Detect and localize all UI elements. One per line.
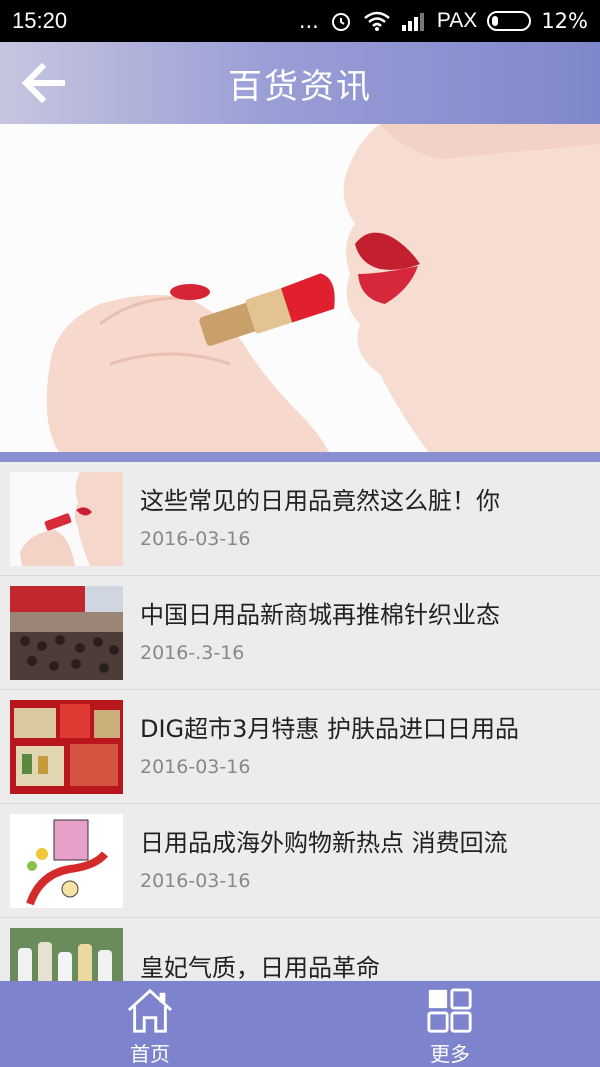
banner-image[interactable]	[0, 124, 600, 454]
banner-divider	[0, 452, 600, 462]
status-time: 15:20	[12, 8, 68, 33]
tab-home[interactable]: 首页	[0, 981, 300, 1067]
back-arrow-icon[interactable]	[18, 59, 68, 107]
thumbnail-bottles	[10, 927, 123, 981]
thumbnail-products	[10, 699, 123, 794]
news-title: 这些常见的日用品竟然这么脏！你	[140, 487, 500, 515]
battery-percent: 12%	[541, 9, 588, 33]
lipstick-banner-illustration	[0, 124, 600, 454]
battery-icon	[487, 11, 532, 31]
thumbnail-crowd	[10, 585, 123, 680]
carrier-label: PAX	[436, 9, 478, 32]
news-date: 2016-03-16	[140, 756, 251, 778]
news-title: DIG超市3月特惠 护肤品进口日用品	[140, 715, 520, 743]
news-title: 皇妃气质，日用品革命	[140, 954, 380, 981]
news-date: 2016-.3-16	[140, 642, 245, 664]
list-item[interactable]: 日用品成海外购物新热点 消费回流 2016-03-16	[0, 804, 600, 918]
grid-icon	[427, 988, 472, 1033]
status-bar: 15:20 ... PAX 12%	[0, 0, 600, 42]
wifi-icon	[364, 11, 390, 31]
page-title: 百货资讯	[228, 66, 372, 107]
list-item[interactable]: 皇妃气质，日用品革命	[0, 918, 600, 981]
alarm-icon	[331, 13, 350, 31]
list-item[interactable]: 这些常见的日用品竟然这么脏！你 2016-03-16	[0, 462, 600, 576]
tab-more-label: 更多	[430, 1042, 470, 1066]
news-date: 2016-03-16	[140, 528, 251, 550]
news-list: 这些常见的日用品竟然这么脏！你 2016-03-16 中国日用品新商城再推棉针织…	[0, 462, 600, 981]
news-title: 日用品成海外购物新热点 消费回流	[140, 829, 508, 857]
thumbnail-cartoon	[10, 813, 123, 908]
list-item[interactable]: 中国日用品新商城再推棉针织业态 2016-.3-16	[0, 576, 600, 690]
more-dots: ...	[298, 9, 319, 33]
tab-more[interactable]: 更多	[300, 981, 600, 1067]
tab-home-label: 首页	[130, 1042, 170, 1066]
home-icon	[127, 988, 173, 1033]
app-header: 百货资讯	[0, 42, 600, 124]
news-date: 2016-03-16	[140, 870, 251, 892]
thumbnail-lipstick	[10, 471, 123, 566]
news-title: 中国日用品新商城再推棉针织业态	[140, 601, 500, 629]
signal-icon	[401, 13, 424, 31]
bottom-nav: 首页 更多	[0, 981, 600, 1067]
list-item[interactable]: DIG超市3月特惠 护肤品进口日用品 2016-03-16	[0, 690, 600, 804]
